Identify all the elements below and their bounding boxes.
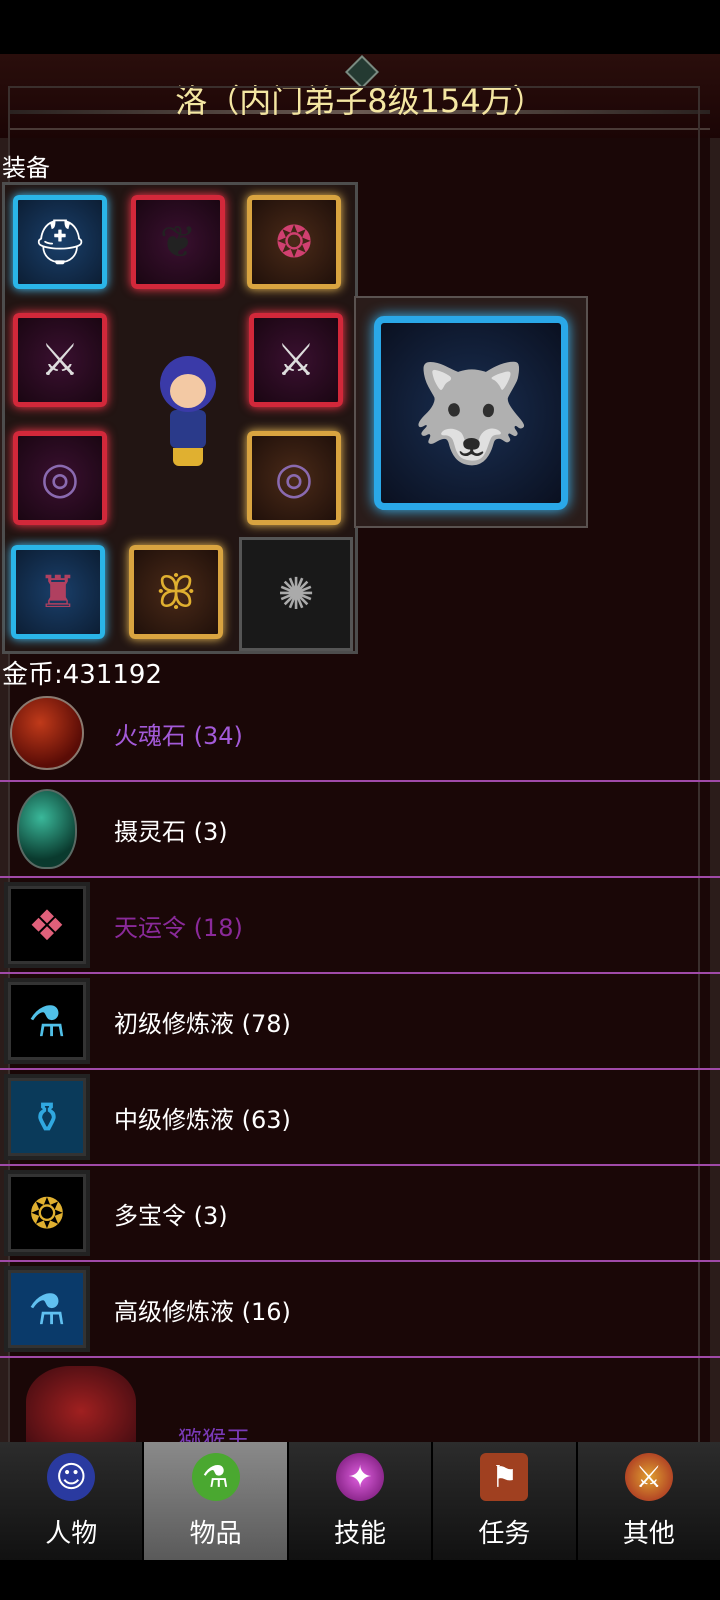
weapon-left-slot[interactable]: ⚔ xyxy=(13,313,107,407)
boots-slot[interactable]: ꕥ xyxy=(129,545,223,639)
tab-quests[interactable]: ⚑ 任务 xyxy=(433,1442,578,1560)
tab-items[interactable]: ⚗ 物品 xyxy=(144,1442,289,1560)
bracer-icon: ◎ xyxy=(40,452,80,504)
tab-character[interactable]: ☺ 人物 xyxy=(0,1442,145,1560)
item-label: 中级修炼液 (63) xyxy=(114,1106,291,1134)
system-nav-strip xyxy=(0,1560,720,1600)
fire-soul-stone-icon xyxy=(4,690,90,776)
sword-icon: ⚔ xyxy=(40,334,80,386)
armor-slot[interactable]: ♜ xyxy=(11,545,105,639)
beast-mount-icon: 🐺 xyxy=(411,356,531,469)
bracer-icon: ◎ xyxy=(274,452,314,504)
potion-basic-icon: ⚗ xyxy=(4,978,90,1064)
heaven-token-icon: ❖ xyxy=(4,882,90,968)
helmet-slot[interactable]: ⛑ xyxy=(13,195,107,289)
tab-skills[interactable]: ✦ 技能 xyxy=(289,1442,434,1560)
item-label: 摄灵石 (3) xyxy=(114,818,228,846)
other-icon: ⚔ xyxy=(624,1453,673,1501)
item-label: 天运令 (18) xyxy=(114,914,243,942)
potion-high-icon: ⚗ xyxy=(4,1266,90,1352)
character-icon: ☺ xyxy=(47,1453,96,1501)
necklace-icon: ❂ xyxy=(275,216,313,268)
weapon-right-slot[interactable]: ⚔ xyxy=(249,313,343,407)
status-bar xyxy=(0,0,720,54)
quest-icon: ⚑ xyxy=(480,1453,529,1501)
tab-label: 技能 xyxy=(334,1519,387,1549)
boots-icon: ꕥ xyxy=(155,566,197,618)
skills-icon: ✦ xyxy=(336,1453,385,1501)
bottom-tab-bar: ☺ 人物 ⚗ 物品 ✦ 技能 ⚑ 任务 ⚔ 其他 xyxy=(0,1442,720,1560)
item-label: 火魂石 (34) xyxy=(114,722,243,750)
item-label: 高级修炼液 (16) xyxy=(114,1298,291,1326)
list-item[interactable]: 火魂石 (34) xyxy=(0,686,720,782)
accessory-slot[interactable]: ✺ xyxy=(239,537,353,651)
list-item[interactable]: ❂ 多宝令 (3) xyxy=(0,1166,720,1262)
spirit-stone-icon xyxy=(4,786,90,872)
bracer-right-slot[interactable]: ◎ xyxy=(247,431,341,525)
tab-label: 其他 xyxy=(622,1519,675,1549)
list-item[interactable]: ⚗ 高级修炼液 (16) xyxy=(0,1262,720,1358)
wings-icon: ❦ xyxy=(159,216,197,268)
armor-icon: ♜ xyxy=(38,566,78,618)
orb-accessory-icon: ✺ xyxy=(277,568,315,620)
items-icon: ⚗ xyxy=(191,1453,240,1501)
necklace-slot[interactable]: ❂ xyxy=(247,195,341,289)
sword-icon: ⚔ xyxy=(276,334,316,386)
mount-slot[interactable]: 🐺 xyxy=(354,296,588,528)
tab-label: 物品 xyxy=(189,1519,242,1549)
tab-label: 人物 xyxy=(45,1519,98,1549)
bracer-left-slot[interactable]: ◎ xyxy=(13,431,107,525)
list-item[interactable]: 摄灵石 (3) xyxy=(0,782,720,878)
list-item[interactable]: ⚱ 中级修炼液 (63) xyxy=(0,1070,720,1166)
wings-slot[interactable]: ❦ xyxy=(131,195,225,289)
treasure-token-icon: ❂ xyxy=(4,1170,90,1256)
tab-other[interactable]: ⚔ 其他 xyxy=(578,1442,720,1560)
character-avatar xyxy=(146,356,230,476)
list-item[interactable]: ⚗ 初级修炼液 (78) xyxy=(0,974,720,1070)
item-label: 初级修炼液 (78) xyxy=(114,1010,291,1038)
potion-mid-icon: ⚱ xyxy=(4,1074,90,1160)
helmet-icon: ⛑ xyxy=(32,217,88,268)
equipment-section-label: 装备 xyxy=(2,154,50,182)
list-item[interactable]: ❖ 天运令 (18) xyxy=(0,878,720,974)
tab-label: 任务 xyxy=(478,1519,531,1549)
item-label: 多宝令 (3) xyxy=(114,1202,228,1230)
